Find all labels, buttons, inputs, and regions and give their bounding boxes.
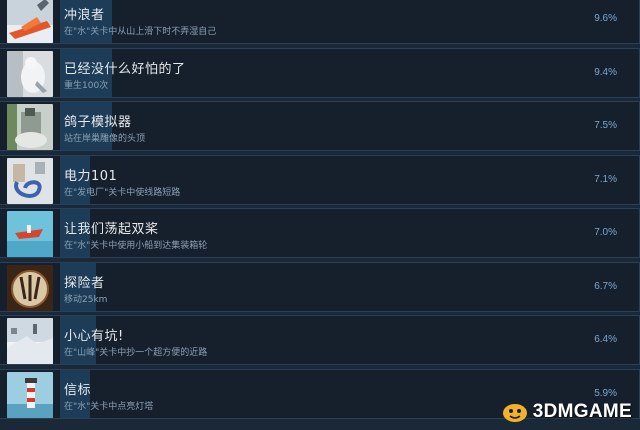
achievement-list: 冲浪者 在"水"关卡中从山上滑下时不弄湿自己 9.6% 已经没什么好怕的了 重生… bbox=[0, 0, 640, 422]
achievement-description: 重生100次 bbox=[64, 80, 109, 91]
achievement-row[interactable]: 探险者 移动25km 6.7% bbox=[0, 261, 640, 312]
achievement-percent: 9.4% bbox=[594, 66, 617, 78]
achievement-row[interactable]: 让我们荡起双桨 在"水"关卡中使用小船到达集装箱轮 7.0% bbox=[0, 208, 640, 258]
rowboat-icon bbox=[7, 211, 53, 257]
achievement-title: 信标 bbox=[64, 382, 92, 398]
watermark-logo-icon bbox=[502, 404, 527, 422]
beacon-icon bbox=[7, 371, 53, 418]
achievement-percent: 6.4% bbox=[594, 334, 617, 345]
achievement-description: 站在岸巢雕像的头顶 bbox=[64, 134, 146, 144]
pigeon-icon bbox=[7, 104, 53, 150]
achievement-percent: 7.5% bbox=[594, 120, 617, 131]
pit-icon bbox=[7, 318, 53, 364]
explorer-icon bbox=[7, 264, 53, 311]
achievement-title: 已经没什么好怕的了 bbox=[64, 61, 186, 77]
achievement-description: 在"山峰"关卡中抄一个超方便的近路 bbox=[64, 348, 208, 358]
surfer-icon bbox=[7, 0, 53, 43]
achievement-percent: 5.9% bbox=[594, 387, 617, 399]
achievement-title: 小心有坑! bbox=[64, 329, 124, 344]
achievement-percent: 6.7% bbox=[594, 280, 617, 292]
achievement-title: 让我们荡起双桨 bbox=[64, 222, 159, 237]
achievement-row[interactable]: 鸽子模拟器 站在岸巢雕像的头顶 7.5% bbox=[0, 101, 640, 151]
watermark: 3DMGAME bbox=[501, 400, 632, 424]
achievement-row[interactable]: 已经没什么好怕的了 重生100次 9.4% bbox=[0, 47, 640, 98]
watermark-text: 3DMGAME bbox=[532, 401, 632, 422]
achievement-description: 在"水"关卡中使用小船到达集装箱轮 bbox=[64, 241, 208, 251]
achievement-description: 在"发电厂"关卡中使线路短路 bbox=[64, 187, 181, 198]
achievement-title: 冲浪者 bbox=[64, 8, 105, 23]
achievement-row[interactable]: 电力101 在"发电厂"关卡中使线路短路 7.1% bbox=[0, 154, 640, 205]
power-icon bbox=[7, 157, 53, 204]
achievement-row[interactable]: 小心有坑! 在"山峰"关卡中抄一个超方便的近路 6.4% bbox=[0, 315, 640, 365]
achievement-description: 在"水"关卡中从山上滑下时不弄湿自己 bbox=[64, 27, 217, 37]
achievement-description: 移动25km bbox=[64, 294, 108, 305]
achievement-title: 电力101 bbox=[64, 168, 118, 184]
fearless-icon bbox=[7, 50, 53, 97]
achievement-title: 鸽子模拟器 bbox=[64, 115, 132, 130]
achievement-description: 在"水"关卡中点亮灯塔 bbox=[64, 401, 154, 412]
achievement-percent: 9.6% bbox=[594, 13, 617, 24]
achievement-title: 探险者 bbox=[64, 275, 105, 291]
achievement-row[interactable]: 冲浪者 在"水"关卡中从山上滑下时不弄湿自己 9.6% bbox=[0, 0, 640, 44]
achievement-percent: 7.1% bbox=[594, 173, 617, 185]
achievement-percent: 7.0% bbox=[594, 227, 617, 238]
